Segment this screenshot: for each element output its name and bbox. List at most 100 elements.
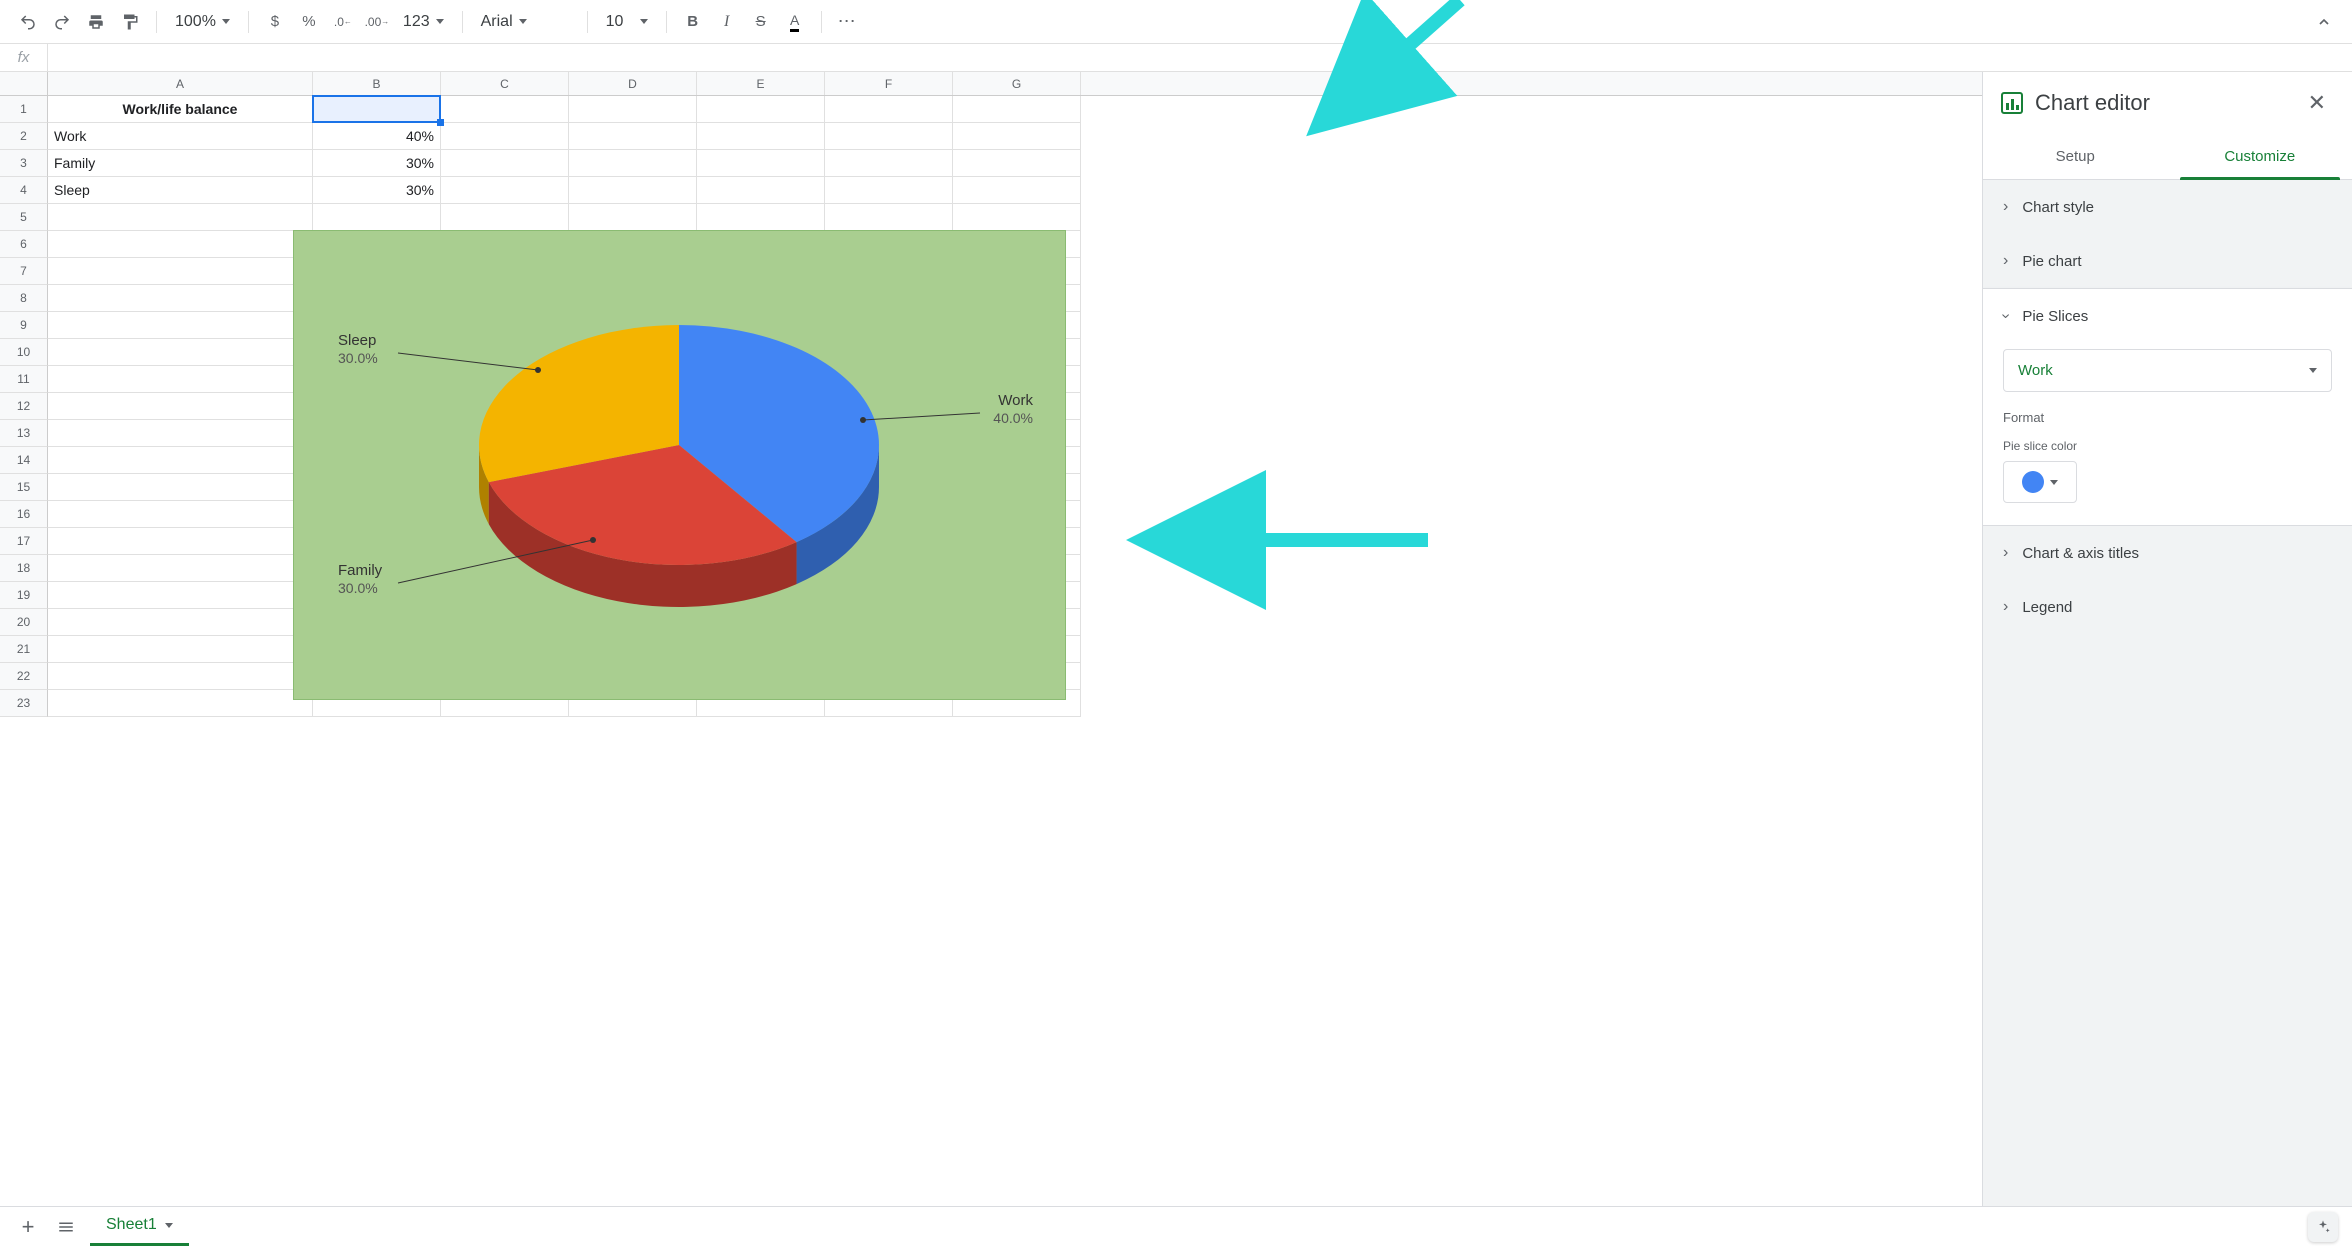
- cell-E2[interactable]: [697, 123, 825, 150]
- section-pie-chart[interactable]: ›Pie chart: [1983, 234, 2352, 288]
- cell-G3[interactable]: [953, 150, 1081, 177]
- row-header[interactable]: 14: [0, 447, 48, 474]
- row-header[interactable]: 19: [0, 582, 48, 609]
- cell-A22[interactable]: [48, 663, 313, 690]
- cell-D3[interactable]: [569, 150, 697, 177]
- font-dropdown[interactable]: Arial: [475, 8, 575, 36]
- cell-F2[interactable]: [825, 123, 953, 150]
- cell-A4[interactable]: Sleep: [48, 177, 313, 204]
- tab-setup[interactable]: Setup: [1983, 134, 2168, 179]
- cell-A8[interactable]: [48, 285, 313, 312]
- percent-button[interactable]: %: [295, 8, 323, 36]
- cell-G5[interactable]: [953, 204, 1081, 231]
- explore-button[interactable]: [2308, 1212, 2338, 1242]
- slice-select-dropdown[interactable]: Work: [2003, 349, 2332, 392]
- italic-button[interactable]: I: [713, 8, 741, 36]
- cell-A16[interactable]: [48, 501, 313, 528]
- row-header[interactable]: 7: [0, 258, 48, 285]
- slice-color-dropdown[interactable]: [2003, 461, 2077, 503]
- collapse-toolbar-button[interactable]: [2310, 8, 2338, 36]
- section-legend[interactable]: ›Legend: [1983, 580, 2352, 634]
- cell-A1[interactable]: Work/life balance: [48, 96, 313, 123]
- cell-B5[interactable]: [313, 204, 441, 231]
- section-chart-axis-titles[interactable]: ›Chart & axis titles: [1983, 526, 2352, 580]
- cell-A6[interactable]: [48, 231, 313, 258]
- col-header[interactable]: C: [441, 72, 569, 95]
- cell-F3[interactable]: [825, 150, 953, 177]
- row-header[interactable]: 18: [0, 555, 48, 582]
- cell-E1[interactable]: [697, 96, 825, 123]
- cell-B1[interactable]: [313, 96, 441, 123]
- fontsize-dropdown[interactable]: 10: [600, 8, 654, 36]
- more-toolbar-button[interactable]: ⋯: [834, 8, 862, 36]
- all-sheets-button[interactable]: [52, 1213, 80, 1241]
- cell-D2[interactable]: [569, 123, 697, 150]
- cell-A9[interactable]: [48, 312, 313, 339]
- row-header[interactable]: 16: [0, 501, 48, 528]
- row-header[interactable]: 13: [0, 420, 48, 447]
- row-header[interactable]: 9: [0, 312, 48, 339]
- cell-B4[interactable]: 30%: [313, 177, 441, 204]
- col-header[interactable]: E: [697, 72, 825, 95]
- cell-A19[interactable]: [48, 582, 313, 609]
- cell-G4[interactable]: [953, 177, 1081, 204]
- strikethrough-button[interactable]: S: [747, 8, 775, 36]
- row-header[interactable]: 1: [0, 96, 48, 123]
- cell-A13[interactable]: [48, 420, 313, 447]
- currency-button[interactable]: $: [261, 8, 289, 36]
- bold-button[interactable]: B: [679, 8, 707, 36]
- cell-A23[interactable]: [48, 690, 313, 717]
- print-button[interactable]: [82, 8, 110, 36]
- increase-decimal-button[interactable]: .00→: [363, 8, 391, 36]
- cell-A5[interactable]: [48, 204, 313, 231]
- cell-A10[interactable]: [48, 339, 313, 366]
- undo-button[interactable]: [14, 8, 42, 36]
- tab-customize[interactable]: Customize: [2168, 134, 2352, 179]
- formula-input[interactable]: [48, 44, 2352, 71]
- text-color-button[interactable]: A: [781, 8, 809, 36]
- row-header[interactable]: 21: [0, 636, 48, 663]
- cell-A15[interactable]: [48, 474, 313, 501]
- paint-format-button[interactable]: [116, 8, 144, 36]
- row-header[interactable]: 4: [0, 177, 48, 204]
- row-header[interactable]: 12: [0, 393, 48, 420]
- cell-C4[interactable]: [441, 177, 569, 204]
- cell-A21[interactable]: [48, 636, 313, 663]
- row-header[interactable]: 2: [0, 123, 48, 150]
- decrease-decimal-button[interactable]: .0←: [329, 8, 357, 36]
- row-header[interactable]: 22: [0, 663, 48, 690]
- sheet-tab[interactable]: Sheet1: [90, 1207, 189, 1246]
- close-panel-button[interactable]: ✕: [2300, 86, 2334, 120]
- cell-A12[interactable]: [48, 393, 313, 420]
- cell-D5[interactable]: [569, 204, 697, 231]
- cell-E5[interactable]: [697, 204, 825, 231]
- row-header[interactable]: 15: [0, 474, 48, 501]
- cell-C5[interactable]: [441, 204, 569, 231]
- row-header[interactable]: 23: [0, 690, 48, 717]
- cell-F4[interactable]: [825, 177, 953, 204]
- cell-G2[interactable]: [953, 123, 1081, 150]
- zoom-dropdown[interactable]: 100%: [169, 8, 236, 36]
- cell-A2[interactable]: Work: [48, 123, 313, 150]
- cell-A11[interactable]: [48, 366, 313, 393]
- spreadsheet[interactable]: A B C D E F G 1Work/life balance2Work40%…: [0, 72, 1982, 1206]
- cell-A7[interactable]: [48, 258, 313, 285]
- cell-A3[interactable]: Family: [48, 150, 313, 177]
- row-header[interactable]: 3: [0, 150, 48, 177]
- cell-D1[interactable]: [569, 96, 697, 123]
- cell-C1[interactable]: [441, 96, 569, 123]
- cell-B2[interactable]: 40%: [313, 123, 441, 150]
- cell-E3[interactable]: [697, 150, 825, 177]
- cell-F1[interactable]: [825, 96, 953, 123]
- col-header[interactable]: G: [953, 72, 1081, 95]
- cell-C2[interactable]: [441, 123, 569, 150]
- cell-D4[interactable]: [569, 177, 697, 204]
- cell-A17[interactable]: [48, 528, 313, 555]
- pie-chart[interactable]: Work40.0%Family30.0%Sleep30.0%: [293, 230, 1066, 700]
- col-header[interactable]: A: [48, 72, 313, 95]
- col-header[interactable]: F: [825, 72, 953, 95]
- select-all-corner[interactable]: [0, 72, 48, 95]
- add-sheet-button[interactable]: +: [14, 1213, 42, 1241]
- number-format-dropdown[interactable]: 123: [397, 8, 450, 36]
- cell-A18[interactable]: [48, 555, 313, 582]
